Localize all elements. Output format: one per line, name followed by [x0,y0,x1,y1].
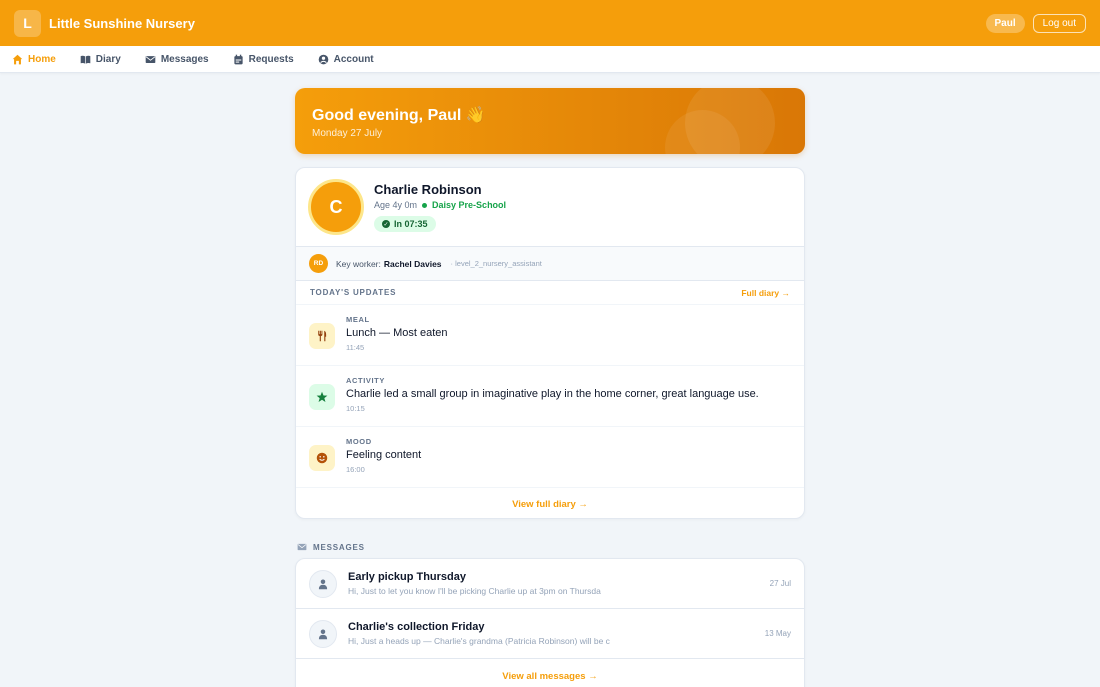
update-time: 10:15 [346,404,365,413]
update-text: Lunch — Most eaten [346,327,448,339]
attendance-status-text: In 07:35 [394,219,428,229]
check-icon: ✓ [382,220,390,228]
update-time: 11:45 [346,343,365,352]
update-body: MOOD Feeling content 16:00 [346,437,421,474]
update-text: Charlie led a small group in imaginative… [346,388,759,400]
child-avatar: C [308,179,364,235]
update-type: MOOD [346,437,372,446]
child-card: C Charlie Robinson Age 4y 0m Daisy Pre-S… [295,167,805,519]
nav-item-messages[interactable]: Messages [145,54,209,65]
view-all-messages-link[interactable]: View all messages → [296,659,804,687]
nav-item-diary[interactable]: Diary [80,54,121,65]
message-subject: Early pickup Thursday [348,571,466,583]
updates-section-label: TODAY'S UPDATES [310,288,397,297]
room-status-dot [422,202,428,208]
user-badge[interactable]: Paul [985,13,1025,33]
greeting-title: Good evening, Paul 👋 [312,107,486,124]
attendance-status-badge: ✓ In 07:35 [374,216,436,232]
star-icon [309,384,335,410]
update-text: Feeling content [346,449,422,461]
app-title[interactable]: Little Sunshine Nursery [49,16,195,31]
messages-section-label: MESSAGES [313,542,365,552]
update-type: ACTIVITY [346,376,385,385]
main-nav: Home Diary Messages Requests Account [0,46,1100,73]
message-body: Early pickup Thursday Hi, Just to let yo… [348,571,760,596]
nav-label-home: Home [28,53,56,65]
message-date: 27 Jul [769,579,791,588]
top-bar: L Little Sunshine Nursery Paul Log out [0,0,1100,46]
calendar-icon [234,54,243,64]
update-type: MEAL [346,315,370,324]
child-meta: Age 4y 0m Daisy Pre-School [374,200,506,210]
greeting-date: Monday 27 July [312,128,383,139]
home-icon [12,54,23,64]
messages-section-header: MESSAGES [297,542,365,552]
update-body: MEAL Lunch — Most eaten 11:45 [346,315,448,352]
messages-card: Early pickup Thursday Hi, Just to let yo… [295,558,805,687]
view-full-diary-link[interactable]: View full diary → [296,488,804,518]
update-body: ACTIVITY Charlie led a small group in im… [346,376,759,413]
full-diary-link[interactable]: Full diary → [741,288,790,298]
message-item[interactable]: Early pickup Thursday Hi, Just to let yo… [296,559,804,609]
utensils-icon [309,323,335,349]
message-item[interactable]: Charlie's collection Friday Hi, Just a h… [296,609,804,659]
smile-icon [309,445,335,471]
user-circle-icon [318,54,328,64]
nav-item-requests[interactable]: Requests [233,54,294,65]
nav-item-home[interactable]: Home [12,54,56,65]
update-time: 16:00 [346,465,365,474]
keyworker-row: RD Key worker: Rachel Davies · level_2_n… [296,247,804,281]
keyworker-role: · level_2_nursery_assistant [450,259,542,268]
user-avatar-icon [309,569,337,598]
keyworker-avatar: RD [309,254,328,273]
envelope-icon [145,55,156,63]
message-date: 13 May [764,629,791,638]
nav-label-diary: Diary [95,53,121,65]
message-preview: Hi, Just to let you know I'll be picking… [348,586,601,596]
user-avatar-icon [309,619,337,648]
updates-header: TODAY'S UPDATES Full diary → [296,281,804,305]
update-item[interactable]: ACTIVITY Charlie led a small group in im… [296,366,804,427]
nav-label-requests: Requests [248,53,294,65]
nav-label-messages: Messages [160,53,209,65]
child-age: Age 4y 0m [374,200,418,210]
book-icon [80,55,91,64]
logout-button[interactable]: Log out [1032,13,1086,33]
child-info: Charlie Robinson Age 4y 0m Daisy Pre-Sch… [374,182,506,232]
child-name: Charlie Robinson [374,182,482,197]
message-subject: Charlie's collection Friday [348,621,485,633]
keyworker-label: Key worker: [336,258,381,269]
app-logo[interactable]: L [14,9,41,37]
keyworker-name: Rachel Davies [383,258,442,269]
message-body: Charlie's collection Friday Hi, Just a h… [348,621,755,646]
nav-item-account[interactable]: Account [318,54,374,65]
child-header: C Charlie Robinson Age 4y 0m Daisy Pre-S… [296,168,804,247]
child-room: Daisy Pre-School [432,200,507,210]
nav-label-account: Account [333,53,374,65]
message-preview: Hi, Just a heads up — Charlie's grandma … [348,636,610,646]
greeting-banner: Good evening, Paul 👋 Monday 27 July [295,88,805,154]
update-item[interactable]: MOOD Feeling content 16:00 [296,427,804,488]
update-item[interactable]: MEAL Lunch — Most eaten 11:45 [296,305,804,366]
envelope-icon [297,543,307,551]
top-right-actions: Paul Log out [985,13,1086,33]
